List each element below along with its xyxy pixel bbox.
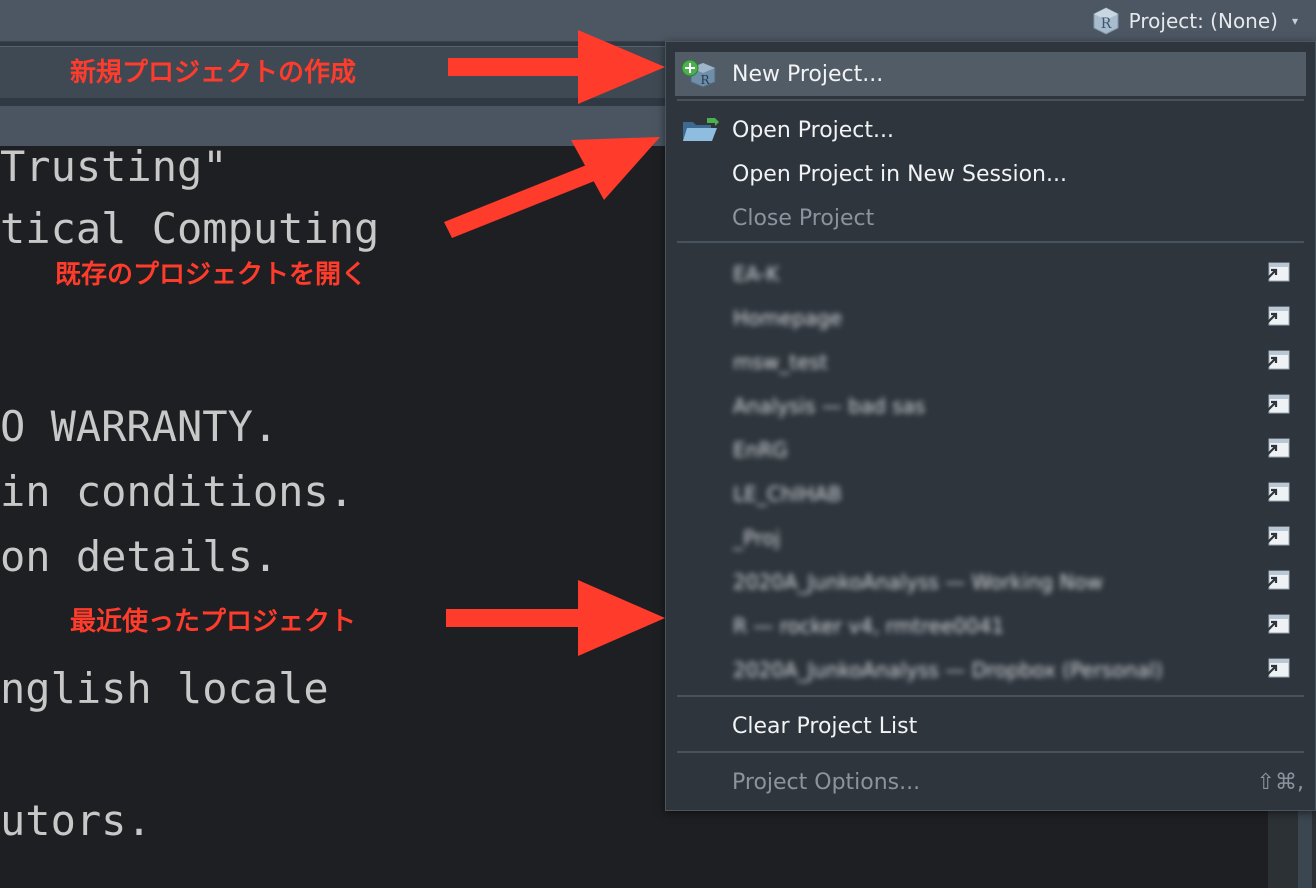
arrow-open-project-icon xyxy=(444,137,660,238)
annotation-arrows xyxy=(444,30,665,656)
arrow-recent-projects-icon xyxy=(446,580,665,656)
arrow-new-project-icon xyxy=(448,30,665,104)
